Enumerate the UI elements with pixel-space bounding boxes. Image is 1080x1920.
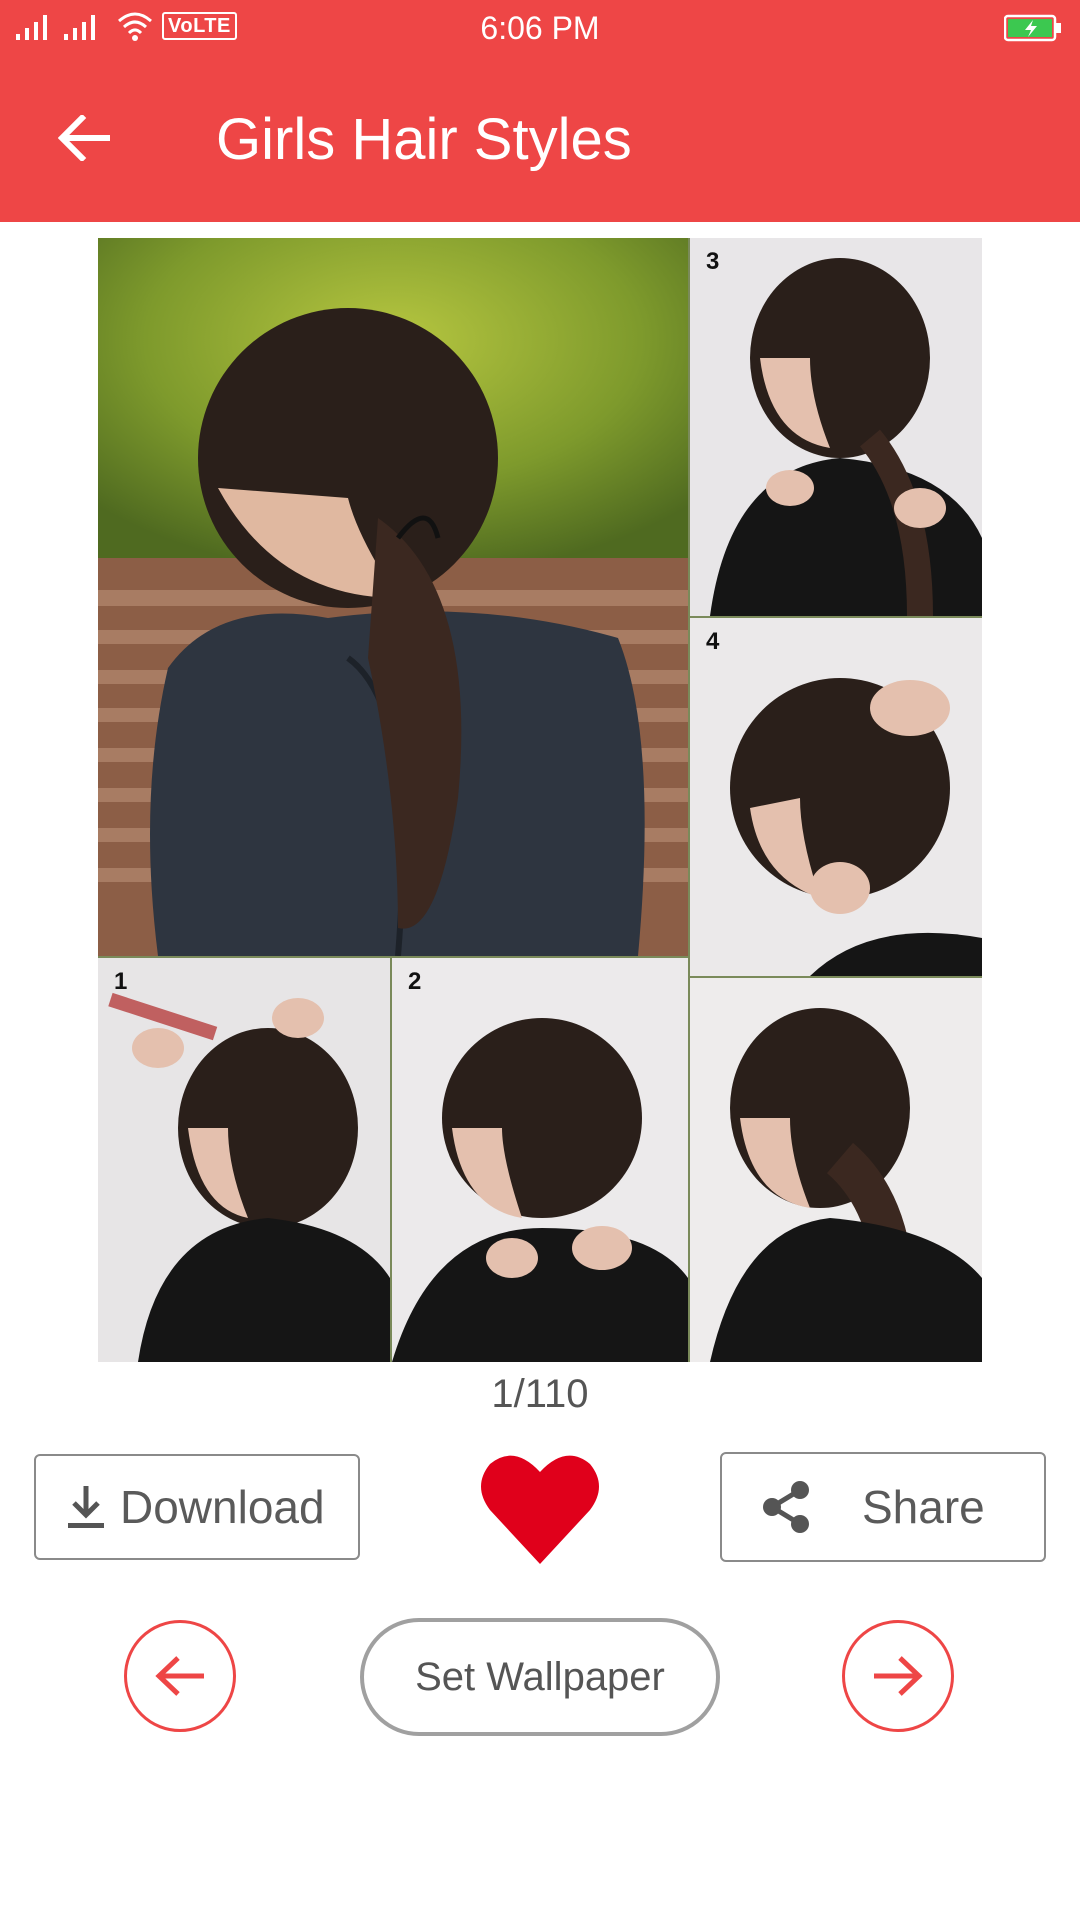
final-look-panel xyxy=(690,978,982,1362)
step-label: 4 xyxy=(706,628,720,655)
step-3-panel: 3 xyxy=(690,238,982,616)
previous-button[interactable] xyxy=(124,1620,236,1732)
arrow-left-icon xyxy=(58,115,110,161)
hairstyle-image[interactable]: 3 4 1 2 xyxy=(98,238,982,1362)
heart-icon[interactable] xyxy=(480,1450,600,1566)
status-bar: VoLTE 6:06 PM xyxy=(0,0,1080,58)
app-header: VoLTE 6:06 PM Girls Hair Styles xyxy=(0,0,1080,222)
step-2-panel: 2 xyxy=(392,958,688,1362)
step-label: 3 xyxy=(706,248,720,275)
download-icon xyxy=(66,1484,106,1530)
main-photo xyxy=(98,238,688,956)
share-icon xyxy=(760,1480,814,1534)
arrow-left-icon xyxy=(155,1656,204,1696)
main-photo-panel xyxy=(98,238,688,956)
page-title: Girls Hair Styles xyxy=(216,107,632,172)
download-label: Download xyxy=(120,1481,325,1533)
battery-charging-icon xyxy=(1004,14,1061,42)
share-button[interactable]: Share xyxy=(720,1452,1046,1562)
step-label: 2 xyxy=(408,968,422,995)
set-wallpaper-button[interactable]: Set Wallpaper xyxy=(360,1618,720,1736)
back-button[interactable] xyxy=(50,104,118,172)
arrow-right-icon xyxy=(874,1656,923,1696)
status-time: 6:06 PM xyxy=(480,10,600,46)
image-counter: 1/110 xyxy=(491,1372,589,1416)
download-button[interactable]: Download xyxy=(34,1454,360,1560)
step-1-panel: 1 xyxy=(98,958,390,1362)
share-label: Share xyxy=(862,1481,985,1533)
step-4-panel: 4 xyxy=(690,618,982,976)
step-label: 1 xyxy=(114,968,128,995)
next-button[interactable] xyxy=(842,1620,954,1732)
